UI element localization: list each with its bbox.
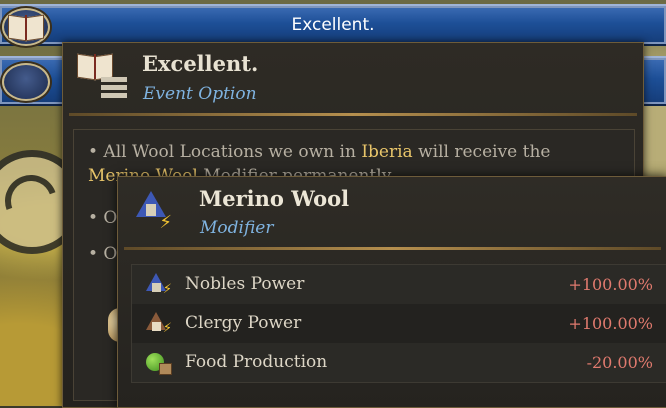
highlight-region[interactable]: Iberia — [361, 142, 412, 162]
modifier-row-nobles-power: ⚡ Nobles Power +100.00% — [132, 265, 666, 304]
modifier-row-value: -20.00% — [586, 353, 653, 372]
modifier-row-label: Nobles Power — [185, 274, 305, 294]
modifier-row-label: Clergy Power — [185, 313, 302, 333]
modifier-effects-table: ⚡ Nobles Power +100.00% ⚡ Clergy Power +… — [131, 264, 666, 383]
modifier-subtitle: Modifier — [200, 218, 274, 238]
clergy-power-icon: ⚡ — [146, 312, 172, 336]
bullet-text: will receive the — [412, 142, 551, 162]
modifier-tooltip: ⚡ Merino Wool Modifier ⚡ Nobles Power +1… — [117, 176, 666, 408]
event-option-button-excellent[interactable]: Excellent. — [0, 4, 666, 46]
tooltip-title: Excellent. — [142, 51, 259, 76]
modifier-icon: ⚡ — [136, 191, 172, 235]
modifier-row-value: +100.00% — [568, 314, 653, 333]
nobles-power-icon: ⚡ — [146, 273, 172, 297]
event-option-icon — [2, 63, 50, 101]
tooltip-header: Excellent. Event Option — [63, 43, 643, 113]
food-production-icon — [146, 351, 172, 375]
modifier-title: Merino Wool — [199, 186, 350, 211]
event-option-label: Excellent. — [291, 15, 375, 35]
modifier-row-food-production: Food Production -20.00% — [132, 343, 666, 382]
tooltip-subtitle: Event Option — [143, 84, 257, 104]
list-lines-icon — [101, 77, 127, 103]
modifier-row-clergy-power: ⚡ Clergy Power +100.00% — [132, 304, 666, 343]
header-divider — [69, 113, 637, 116]
bullet-text: • All Wool Locations we own in — [88, 142, 362, 162]
modifier-row-label: Food Production — [185, 352, 328, 372]
modifier-row-value: +100.00% — [568, 275, 653, 294]
modifier-divider — [124, 247, 661, 250]
